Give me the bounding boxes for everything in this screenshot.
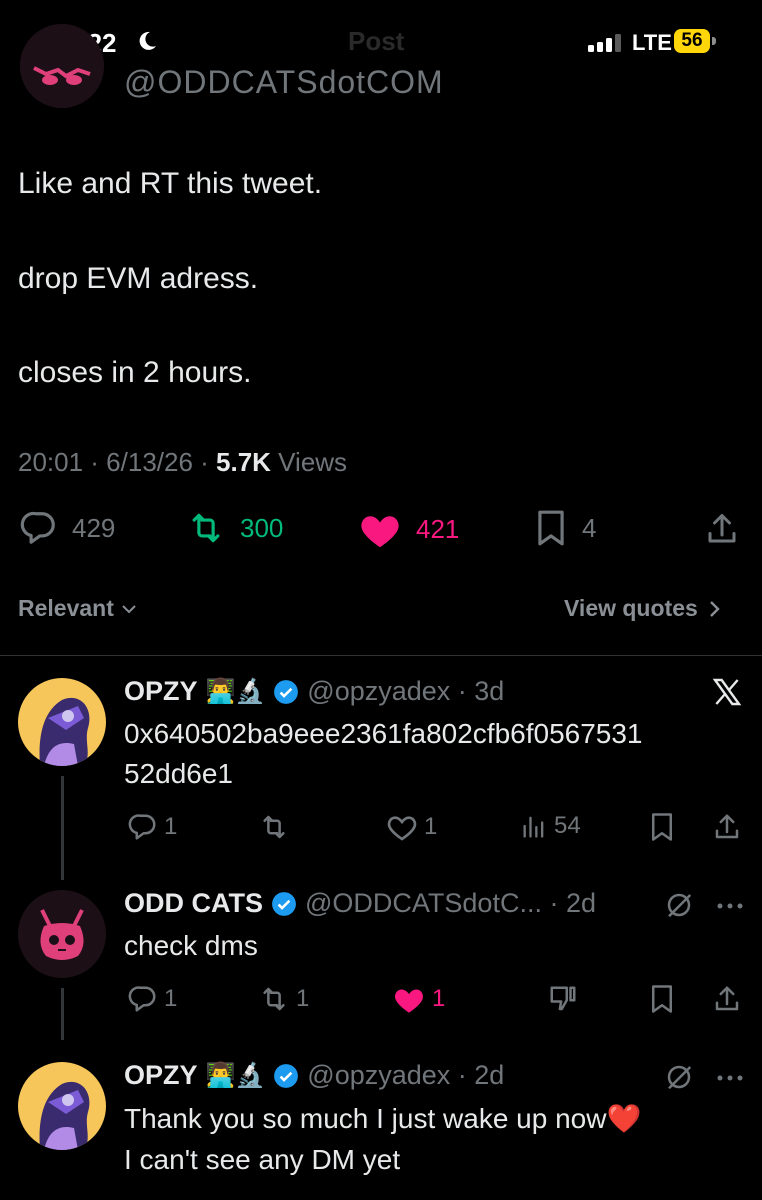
name-emojis: 👨‍💻🔬 <box>205 1062 266 1089</box>
repost-icon <box>192 513 220 543</box>
repost-button[interactable] <box>258 812 290 842</box>
moon-icon <box>136 30 158 52</box>
views-button[interactable]: 54 <box>520 812 581 840</box>
bookmark-button[interactable] <box>648 812 676 842</box>
share-icon <box>715 986 739 1011</box>
reply-icon <box>20 511 55 544</box>
bookmark-icon <box>652 813 672 841</box>
handle[interactable]: @ODDCATSdotC... · 2d <box>305 888 596 919</box>
reply-count: 1 <box>164 813 178 840</box>
like-icon <box>395 989 423 1013</box>
like-icon <box>387 816 417 841</box>
avatar[interactable] <box>18 890 106 978</box>
like-button[interactable]: 1 <box>386 812 437 842</box>
reply-header: OPZY 👨‍💻🔬 @opzyadex · 3d <box>124 676 504 707</box>
like-button[interactable]: 421 <box>358 509 459 549</box>
reply-header: OPZY 👨‍💻🔬 @opzyadex · 2d <box>124 1060 504 1091</box>
grok-icon[interactable] <box>664 1062 694 1092</box>
bookmark-count: 4 <box>582 512 597 543</box>
battery-indicator: 56 <box>674 29 710 53</box>
reply-text-line: 0x640502ba9eee2361fa802cfb6f0567531 <box>124 718 643 749</box>
name-emojis: 👨‍💻🔬 <box>205 678 266 705</box>
bookmark-button[interactable] <box>648 984 676 1014</box>
share-button[interactable] <box>712 812 742 842</box>
thread-line <box>61 988 64 1040</box>
repost-icon <box>263 987 285 1011</box>
network-label: LTE <box>632 30 672 55</box>
x-logo-icon <box>710 676 744 708</box>
repost-count: 1 <box>296 985 310 1012</box>
tweet-text-line: drop EVM adress. <box>18 262 259 295</box>
bookmark-button[interactable]: 4 <box>534 509 596 547</box>
share-button[interactable] <box>712 984 742 1014</box>
reply-count: 429 <box>72 512 116 543</box>
dislike-icon <box>550 986 576 1011</box>
like-button[interactable]: 1 <box>392 984 445 1014</box>
post-timestamp[interactable]: 20:01 · 6/13/26 · <box>18 447 216 477</box>
repost-icon <box>263 815 285 839</box>
display-name[interactable]: OPZY <box>124 676 198 707</box>
bookmark-icon <box>652 985 672 1013</box>
reply-icon <box>128 986 156 1012</box>
reply-icon <box>128 814 156 840</box>
display-name[interactable]: ODD CATS <box>124 888 263 919</box>
like-count: 1 <box>424 813 438 840</box>
battery-tip <box>712 37 716 45</box>
view-quotes-link[interactable]: View quotes <box>564 595 722 622</box>
views-count: 5.7K <box>216 447 271 477</box>
handle[interactable]: @opzyadex · 3d <box>307 676 504 707</box>
view-quotes-label: View quotes <box>564 595 698 621</box>
tweet-text-line: closes in 2 hours. <box>18 356 252 389</box>
reply-count: 1 <box>164 985 178 1012</box>
verified-badge-icon <box>274 1063 299 1088</box>
avatar[interactable] <box>18 678 106 766</box>
sort-label: Relevant <box>18 595 114 621</box>
tweet-text-line: Like and RT this tweet. <box>18 167 323 200</box>
chevron-right-icon <box>709 600 720 617</box>
share-icon <box>708 514 736 543</box>
views-icon <box>523 816 544 838</box>
reply-text-line: 52dd6e1 <box>124 758 234 789</box>
share-icon <box>715 814 739 839</box>
verified-badge-icon <box>274 679 299 704</box>
sort-dropdown[interactable]: Relevant <box>18 595 138 622</box>
dislike-button[interactable] <box>548 984 578 1014</box>
chevron-down-icon <box>122 604 136 613</box>
repost-count: 300 <box>240 512 284 543</box>
display-name[interactable]: OPZY <box>124 1060 198 1091</box>
reply-text-line: check dms <box>124 930 258 961</box>
grok-icon[interactable] <box>664 890 694 920</box>
reply-button[interactable]: 429 <box>20 509 115 547</box>
handle[interactable]: @opzyadex · 2d <box>307 1060 504 1091</box>
divider <box>0 655 762 656</box>
reply-button[interactable]: 1 <box>128 812 177 842</box>
thread-line <box>61 776 64 880</box>
page-title: Post <box>348 26 405 56</box>
repost-button[interactable]: 300 <box>186 509 283 547</box>
like-icon <box>361 516 399 548</box>
avatar[interactable] <box>18 1062 106 1150</box>
reply-text-line: Thank you so much I just wake up now❤️ <box>124 1103 642 1134</box>
reply-text-line: I can't see any DM yet <box>124 1144 401 1175</box>
like-count: 1 <box>432 985 446 1012</box>
reply-header: ODD CATS @ODDCATSdotC... · 2d <box>124 888 596 919</box>
share-button[interactable] <box>704 511 740 547</box>
verified-badge-icon <box>272 891 296 916</box>
like-count: 421 <box>416 513 460 544</box>
more-icon[interactable] <box>716 902 744 910</box>
more-icon[interactable] <box>716 1074 744 1082</box>
signal-icon <box>588 34 626 52</box>
bookmark-icon <box>538 510 564 546</box>
views-label: Views <box>270 447 348 477</box>
reply-button[interactable]: 1 <box>128 984 177 1014</box>
author-avatar[interactable] <box>20 24 104 108</box>
views-count: 54 <box>554 812 581 839</box>
repost-button[interactable]: 1 <box>258 984 309 1014</box>
author-handle[interactable]: @ODDCATSdotCOM <box>124 64 444 101</box>
post-meta: 20:01 · 6/13/26 · 5.7K Views <box>18 447 347 478</box>
